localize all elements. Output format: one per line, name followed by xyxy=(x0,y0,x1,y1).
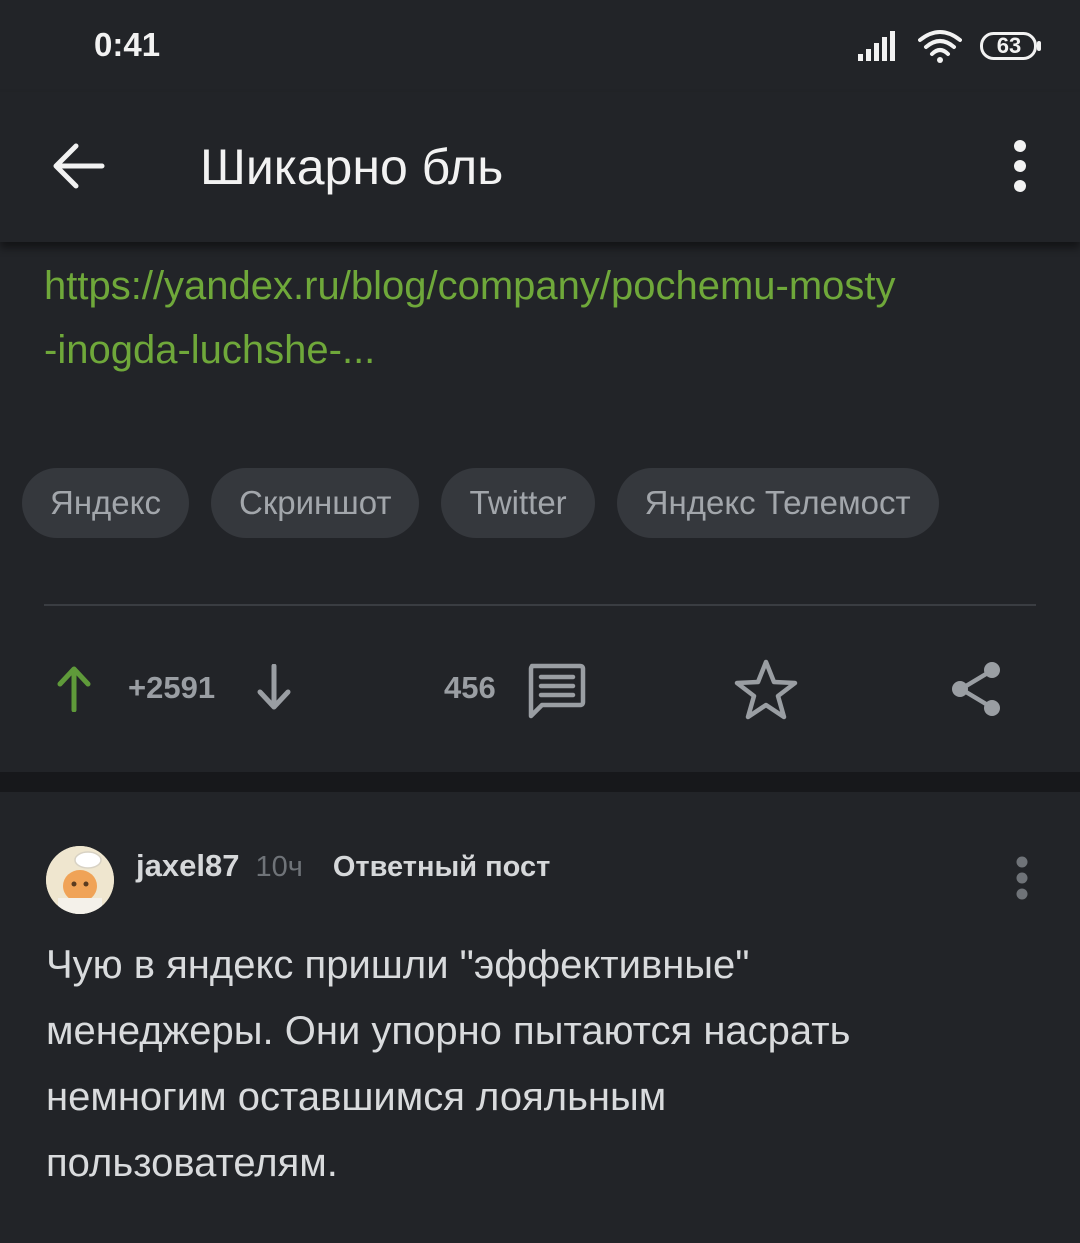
comment: jaxel87 10ч Ответный пост Чую в яндекс п… xyxy=(0,792,1080,1243)
battery-level: 63 xyxy=(996,33,1022,58)
section-separator xyxy=(0,772,1080,792)
comment-type[interactable]: Ответный пост xyxy=(333,851,551,884)
tag-yandex-telemost[interactable]: Яндекс Телемост xyxy=(616,468,939,538)
tag-yandex[interactable]: Яндекс xyxy=(22,468,189,538)
post-link-line2[interactable]: -inogda-luchshe-... xyxy=(44,318,1044,382)
signal-icon xyxy=(858,31,895,61)
status-bar: 0:41 63 xyxy=(0,0,1080,92)
comment-header: jaxel87 10ч Ответный пост xyxy=(136,848,550,884)
comments-count[interactable]: 456 xyxy=(444,670,496,706)
comment-time: 10ч xyxy=(255,851,303,883)
comment-line: немногим оставшимся лояльным xyxy=(46,1075,667,1119)
downvote-arrow-icon[interactable] xyxy=(256,664,292,712)
post-actions: +2591 456 xyxy=(0,654,1080,724)
status-icons: 63 xyxy=(858,26,1042,66)
comment-author[interactable]: jaxel87 xyxy=(136,848,239,884)
post-card: https://yandex.ru/blog/company/pochemu-m… xyxy=(0,242,1080,772)
post-link[interactable]: https://yandex.ru/blog/company/pochemu-m… xyxy=(44,254,1044,382)
wifi-icon xyxy=(918,30,962,63)
comment-line: Чую в яндекс пришли "эффективные" xyxy=(46,943,750,987)
rating-value: +2591 xyxy=(128,670,216,705)
tag-twitter[interactable]: Twitter xyxy=(441,468,595,538)
comment-icon[interactable] xyxy=(526,662,586,720)
tag-list: Яндекс Скриншот Twitter Яндекс Телемост xyxy=(22,468,939,538)
comment-line: пользователям. xyxy=(46,1141,338,1185)
avatar[interactable] xyxy=(46,846,114,914)
divider xyxy=(44,604,1036,606)
app-bar: Шикарно бль xyxy=(0,92,1080,242)
star-icon[interactable] xyxy=(734,658,798,720)
post-link-line1[interactable]: https://yandex.ru/blog/company/pochemu-m… xyxy=(44,254,1044,318)
page-title: Шикарно бль xyxy=(200,139,504,195)
battery-icon: 63 xyxy=(980,32,1042,60)
comment-more-icon[interactable] xyxy=(1008,856,1036,900)
comment-line: менеджеры. Они упорно пытаются насрать xyxy=(46,1009,851,1053)
upvote-arrow-icon[interactable] xyxy=(56,664,92,712)
comment-text: Чую в яндекс пришли "эффективные" менедж… xyxy=(46,932,1046,1196)
tag-screenshot[interactable]: Скриншот xyxy=(210,468,420,538)
status-time: 0:41 xyxy=(94,26,161,63)
more-vert-icon[interactable] xyxy=(1000,138,1040,194)
share-icon[interactable] xyxy=(946,658,1006,720)
back-arrow-icon[interactable] xyxy=(48,140,108,192)
